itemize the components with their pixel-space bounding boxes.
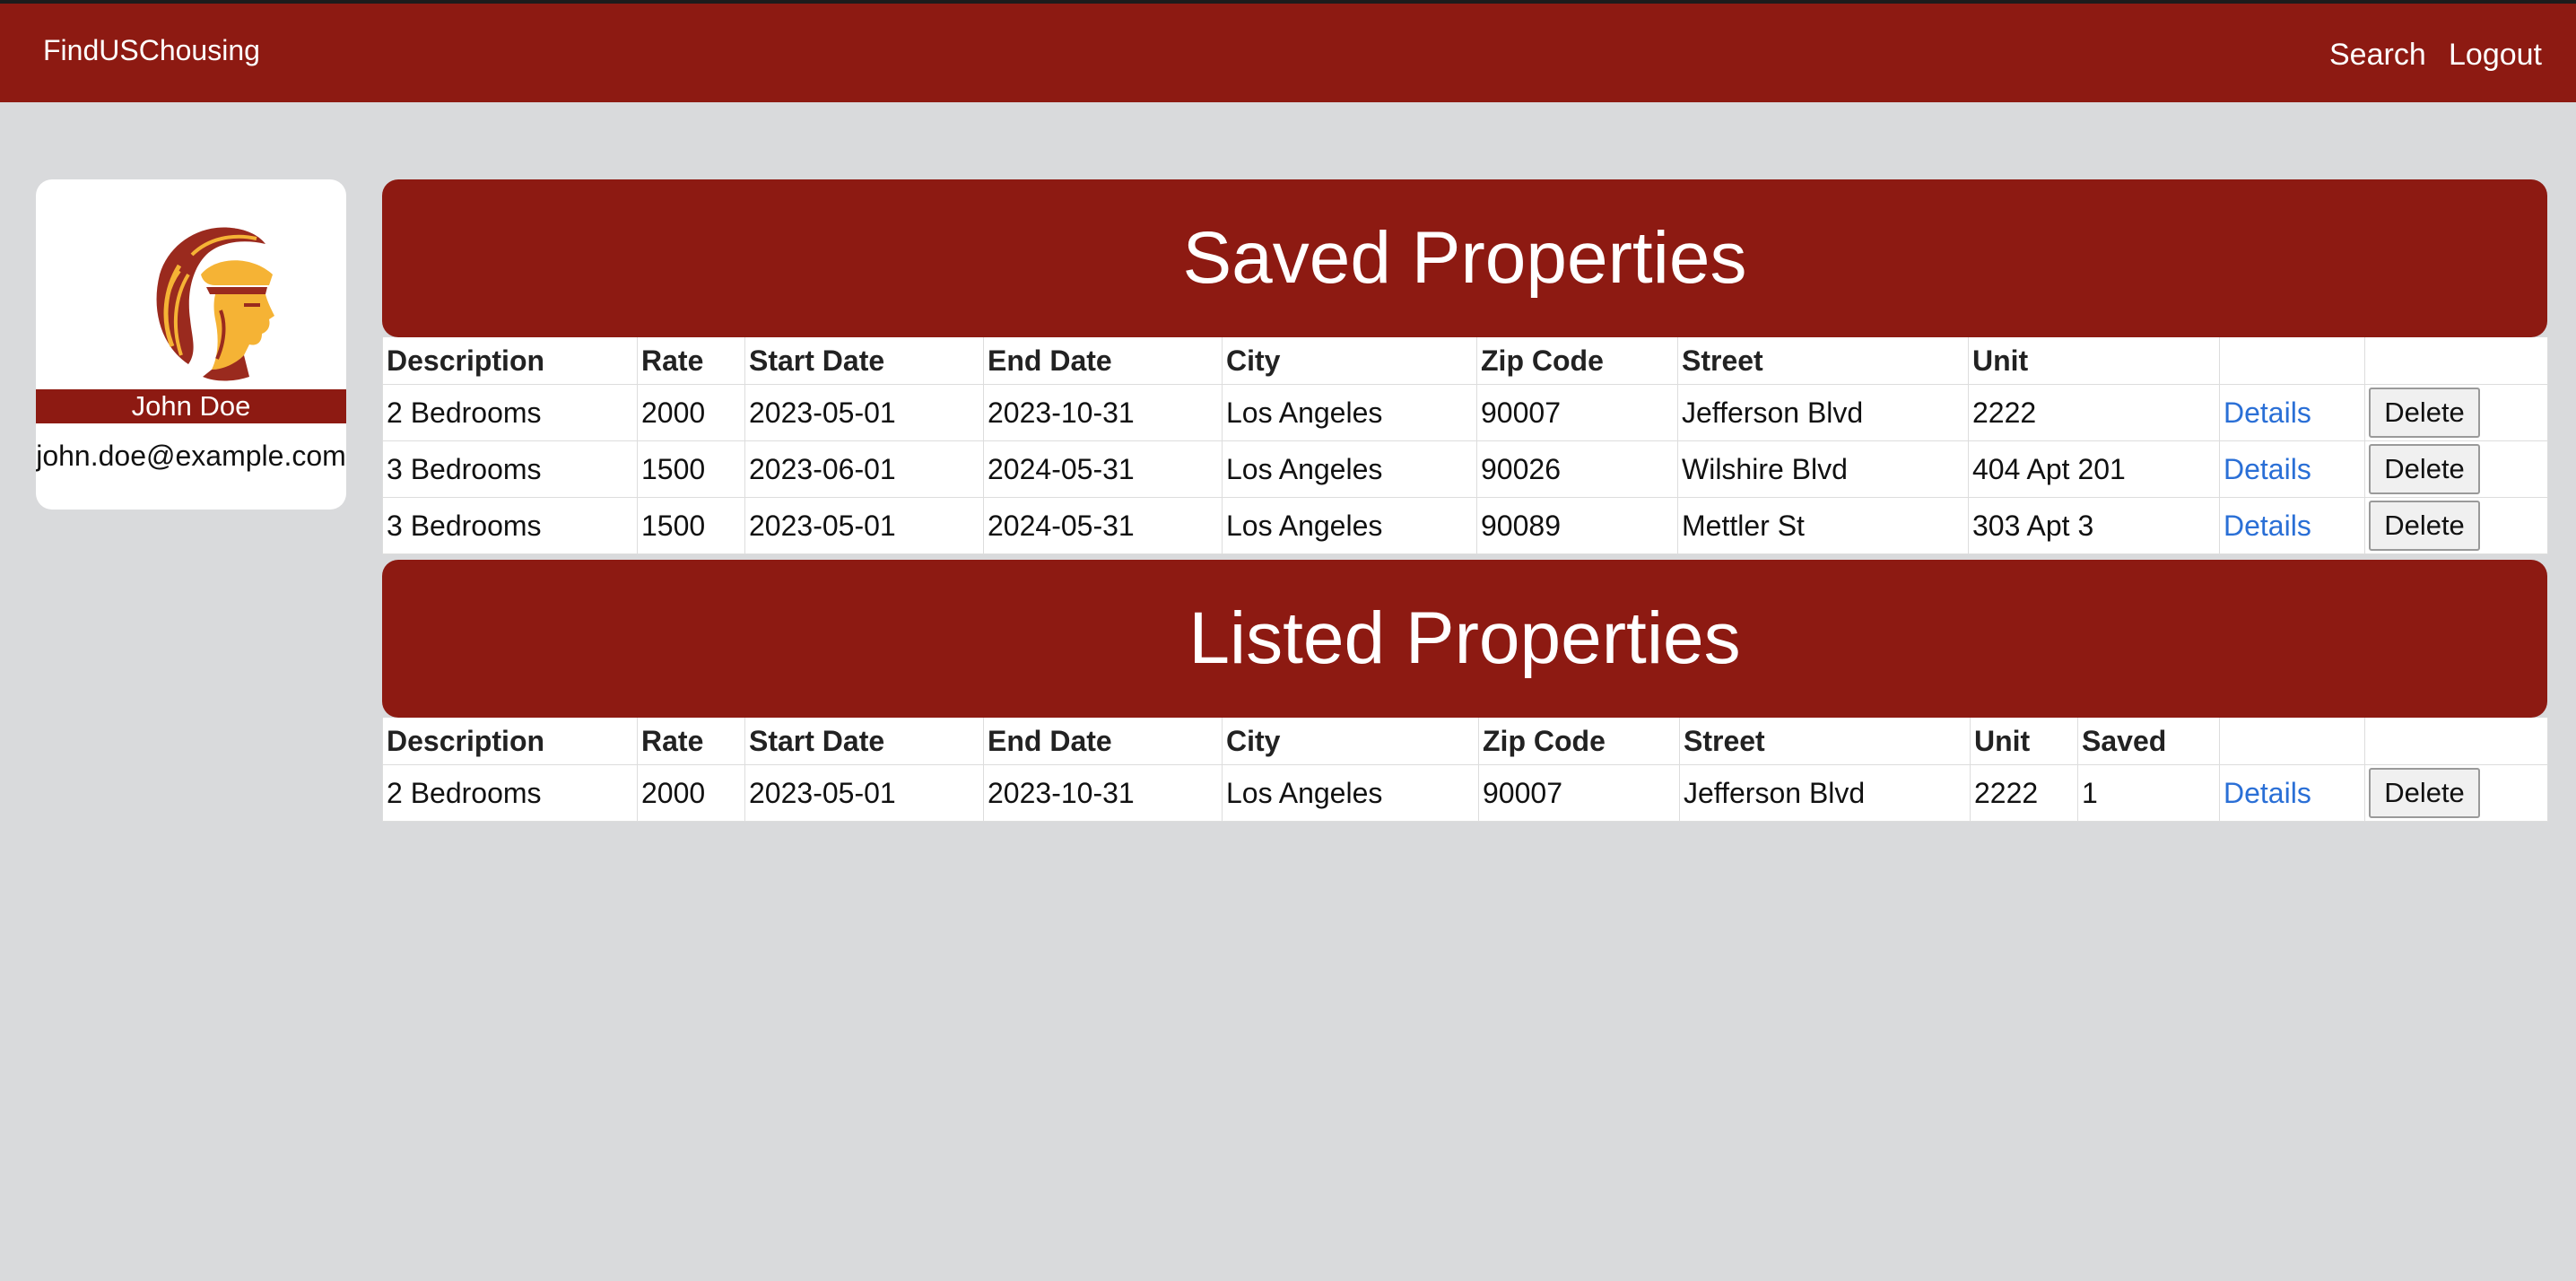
column-header: Zip Code bbox=[1476, 337, 1678, 385]
delete-button[interactable]: Delete bbox=[2369, 388, 2480, 438]
column-header: Street bbox=[1677, 337, 1969, 385]
cell-description: 2 Bedrooms bbox=[382, 384, 638, 441]
column-header: End Date bbox=[983, 718, 1223, 765]
listed-properties-title: Listed Properties bbox=[382, 560, 2547, 718]
column-header: Street bbox=[1679, 718, 1971, 765]
cell-unit: 404 Apt 201 bbox=[1968, 440, 2220, 498]
profile-email: john.doe@example.com bbox=[36, 440, 346, 472]
details-link[interactable]: Details bbox=[2224, 777, 2311, 809]
column-header: Start Date bbox=[744, 337, 984, 385]
cell-delete: Delete bbox=[2364, 497, 2548, 554]
column-header bbox=[2219, 718, 2365, 765]
cell-street: Jefferson Blvd bbox=[1679, 764, 1971, 822]
cell-start-date: 2023-05-01 bbox=[744, 764, 984, 822]
cell-zip: 90026 bbox=[1476, 440, 1678, 498]
column-header: Saved bbox=[2077, 718, 2220, 765]
profile-card: John Doe john.doe@example.com bbox=[36, 179, 346, 510]
brand-link[interactable]: FindUSChousing bbox=[43, 34, 260, 67]
cell-unit: 2222 bbox=[1968, 384, 2220, 441]
column-header: Rate bbox=[637, 718, 745, 765]
cell-end-date: 2024-05-31 bbox=[983, 440, 1223, 498]
cell-unit: 2222 bbox=[1970, 764, 2078, 822]
column-header: Description bbox=[382, 337, 638, 385]
nav-logout-link[interactable]: Logout bbox=[2449, 38, 2542, 73]
details-link[interactable]: Details bbox=[2224, 396, 2311, 429]
cell-description: 3 Bedrooms bbox=[382, 440, 638, 498]
top-navbar: FindUSChousing Search Logout bbox=[0, 0, 2576, 102]
table-row: 3 Bedrooms 1500 2023-05-01 2024-05-31 Lo… bbox=[382, 497, 2548, 554]
cell-rate: 1500 bbox=[637, 440, 745, 498]
saved-properties-table: Description Rate Start Date End Date Cit… bbox=[382, 337, 2548, 554]
table-header-row: Description Rate Start Date End Date Cit… bbox=[382, 718, 2548, 765]
cell-saved-count: 1 bbox=[2077, 764, 2220, 822]
details-link[interactable]: Details bbox=[2224, 510, 2311, 542]
column-header: Start Date bbox=[744, 718, 984, 765]
column-header: Zip Code bbox=[1478, 718, 1680, 765]
table-header-row: Description Rate Start Date End Date Cit… bbox=[382, 337, 2548, 385]
column-header: City bbox=[1222, 337, 1477, 385]
cell-description: 2 Bedrooms bbox=[382, 764, 638, 822]
cell-city: Los Angeles bbox=[1222, 764, 1479, 822]
table-row: 3 Bedrooms 1500 2023-06-01 2024-05-31 Lo… bbox=[382, 440, 2548, 498]
cell-details: Details bbox=[2219, 440, 2365, 498]
cell-details: Details bbox=[2219, 497, 2365, 554]
column-header: Unit bbox=[1968, 337, 2220, 385]
table-row: 2 Bedrooms 2000 2023-05-01 2023-10-31 Lo… bbox=[382, 764, 2548, 822]
table-row: 2 Bedrooms 2000 2023-05-01 2023-10-31 Lo… bbox=[382, 384, 2548, 441]
cell-delete: Delete bbox=[2364, 384, 2548, 441]
cell-end-date: 2023-10-31 bbox=[983, 764, 1223, 822]
column-header: City bbox=[1222, 718, 1479, 765]
delete-button[interactable]: Delete bbox=[2369, 768, 2480, 818]
cell-start-date: 2023-05-01 bbox=[744, 384, 984, 441]
nav-search-link[interactable]: Search bbox=[2329, 38, 2426, 73]
column-header: End Date bbox=[983, 337, 1223, 385]
column-header: Rate bbox=[637, 337, 745, 385]
details-link[interactable]: Details bbox=[2224, 453, 2311, 485]
cell-city: Los Angeles bbox=[1222, 384, 1477, 441]
cell-city: Los Angeles bbox=[1222, 497, 1477, 554]
column-header bbox=[2364, 718, 2548, 765]
profile-name: John Doe bbox=[36, 389, 346, 423]
cell-zip: 90007 bbox=[1476, 384, 1678, 441]
trojan-head-icon bbox=[156, 227, 274, 381]
cell-delete: Delete bbox=[2364, 764, 2548, 822]
column-header: Unit bbox=[1970, 718, 2078, 765]
cell-rate: 1500 bbox=[637, 497, 745, 554]
column-header bbox=[2219, 337, 2365, 385]
cell-rate: 2000 bbox=[637, 384, 745, 441]
cell-rate: 2000 bbox=[637, 764, 745, 822]
cell-details: Details bbox=[2219, 384, 2365, 441]
cell-details: Details bbox=[2219, 764, 2365, 822]
column-header bbox=[2364, 337, 2548, 385]
cell-street: Wilshire Blvd bbox=[1677, 440, 1969, 498]
cell-delete: Delete bbox=[2364, 440, 2548, 498]
cell-city: Los Angeles bbox=[1222, 440, 1477, 498]
delete-button[interactable]: Delete bbox=[2369, 444, 2480, 494]
saved-properties-title: Saved Properties bbox=[382, 179, 2547, 337]
cell-description: 3 Bedrooms bbox=[382, 497, 638, 554]
cell-end-date: 2024-05-31 bbox=[983, 497, 1223, 554]
listed-properties-table: Description Rate Start Date End Date Cit… bbox=[382, 718, 2548, 822]
cell-end-date: 2023-10-31 bbox=[983, 384, 1223, 441]
cell-start-date: 2023-06-01 bbox=[744, 440, 984, 498]
cell-unit: 303 Apt 3 bbox=[1968, 497, 2220, 554]
cell-zip: 90007 bbox=[1478, 764, 1680, 822]
cell-zip: 90089 bbox=[1476, 497, 1678, 554]
cell-start-date: 2023-05-01 bbox=[744, 497, 984, 554]
cell-street: Mettler St bbox=[1677, 497, 1969, 554]
delete-button[interactable]: Delete bbox=[2369, 501, 2480, 551]
cell-street: Jefferson Blvd bbox=[1677, 384, 1969, 441]
column-header: Description bbox=[382, 718, 638, 765]
